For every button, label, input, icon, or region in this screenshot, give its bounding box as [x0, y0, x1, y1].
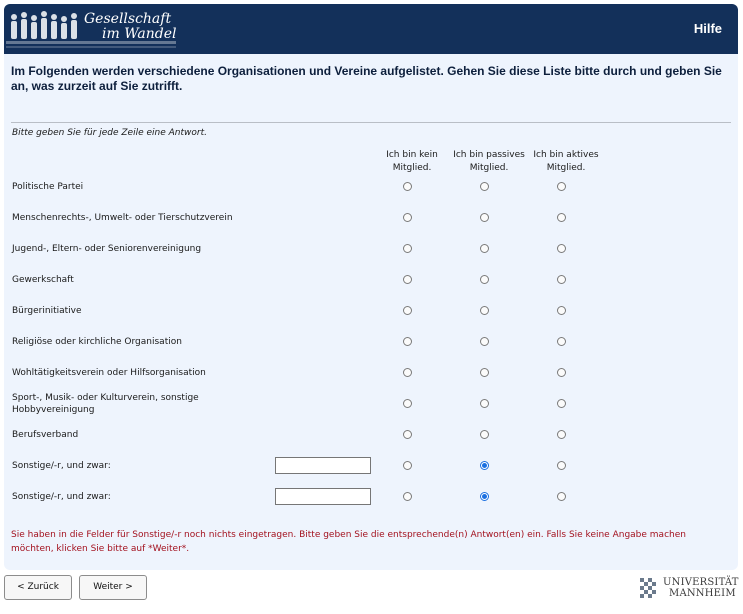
radio-not-member[interactable]: [403, 461, 412, 470]
radio-passive-member[interactable]: [480, 337, 489, 346]
radio-not-member[interactable]: [403, 244, 412, 253]
radio-active-member[interactable]: [557, 244, 566, 253]
back-button[interactable]: < Zurück: [4, 575, 72, 600]
university-crest-icon: [640, 578, 656, 598]
next-button[interactable]: Weiter >: [79, 575, 147, 600]
radio-passive-member[interactable]: [480, 244, 489, 253]
radio-active-member[interactable]: [557, 275, 566, 284]
logo-text: Gesellschaft im Wandel: [84, 12, 176, 42]
radio-not-member[interactable]: [403, 368, 412, 377]
radio-not-member[interactable]: [403, 306, 412, 315]
row-label: Politische Partei: [12, 182, 84, 192]
row-label: Religiöse oder kirchliche Organisation: [12, 337, 182, 347]
university-line-1: UNIVERSITÄT: [663, 577, 739, 588]
radio-passive-member[interactable]: [480, 492, 489, 501]
header-bar: Gesellschaft im Wandel Hilfe: [4, 4, 738, 54]
logo-line-1: Gesellschaft: [84, 11, 172, 27]
error-message: Sie haben in die Felder für Sonstige/-r …: [11, 530, 686, 554]
row-label: Menschenrechts-, Umwelt- oder Tierschutz…: [12, 213, 233, 223]
radio-passive-member[interactable]: [480, 182, 489, 191]
radio-passive-member[interactable]: [480, 275, 489, 284]
help-link[interactable]: Hilfe: [694, 21, 722, 36]
radio-active-member[interactable]: [557, 430, 566, 439]
radio-passive-member[interactable]: [480, 213, 489, 222]
row-label: Sonstige/-r, und zwar:: [12, 492, 111, 502]
column-header-line: Mitglied.: [546, 163, 586, 173]
radio-passive-member[interactable]: [480, 368, 489, 377]
university-line-2: MANNHEIM: [669, 588, 736, 599]
radio-not-member[interactable]: [403, 430, 412, 439]
row-label: Jugend-, Eltern- oder Seniorenvereinigun…: [12, 244, 202, 254]
radio-passive-member[interactable]: [480, 306, 489, 315]
other-organisation-input[interactable]: [275, 457, 371, 474]
radio-active-member[interactable]: [557, 368, 566, 377]
logo-line-2: im Wandel: [102, 26, 177, 42]
radio-passive-member[interactable]: [480, 430, 489, 439]
radio-passive-member[interactable]: [480, 399, 489, 408]
radio-not-member[interactable]: [403, 213, 412, 222]
radio-active-member[interactable]: [557, 492, 566, 501]
radio-not-member[interactable]: [403, 275, 412, 284]
column-header-line: Mitglied.: [392, 163, 432, 173]
divider: [11, 122, 731, 123]
column-header-line: Ich bin passives: [453, 150, 525, 160]
row-label: Sonstige/-r, und zwar:: [12, 461, 111, 471]
other-organisation-input[interactable]: [275, 488, 371, 505]
column-header-not-member: Ich bin kein Mitglied.: [372, 149, 452, 175]
column-header-active-member: Ich bin aktives Mitglied.: [526, 149, 606, 175]
survey-panel: Gesellschaft im Wandel Hilfe Im Folgende…: [4, 4, 738, 570]
radio-active-member[interactable]: [557, 399, 566, 408]
radio-active-member[interactable]: [557, 337, 566, 346]
radio-not-member[interactable]: [403, 399, 412, 408]
radio-active-member[interactable]: [557, 306, 566, 315]
column-header-line: Mitglied.: [469, 163, 509, 173]
radio-not-member[interactable]: [403, 337, 412, 346]
row-label: Wohltätigkeitsverein oder Hilfsorganisat…: [12, 368, 206, 378]
row-label: Gewerkschaft: [12, 275, 74, 285]
radio-passive-member[interactable]: [480, 461, 489, 470]
instruction-text: Bitte geben Sie für jede Zeile eine Antw…: [12, 128, 207, 138]
university-name: UNIVERSITÄT MANNHEIM: [663, 577, 739, 599]
radio-active-member[interactable]: [557, 182, 566, 191]
university-logo: UNIVERSITÄT MANNHEIM: [638, 574, 738, 604]
radio-not-member[interactable]: [403, 492, 412, 501]
column-header-passive-member: Ich bin passives Mitglied.: [449, 149, 529, 175]
row-label: Bürgerinitiative: [12, 306, 82, 316]
row-label: Sport-, Musik- oder Kulturverein, sonsti…: [12, 393, 199, 415]
radio-active-member[interactable]: [557, 213, 566, 222]
row-label: Berufsverband: [12, 430, 79, 440]
column-header-line: Ich bin aktives: [533, 150, 599, 160]
radio-not-member[interactable]: [403, 182, 412, 191]
column-header-line: Ich bin kein: [386, 150, 438, 160]
question-text: Im Folgenden werden verschiedene Organis…: [11, 64, 722, 93]
radio-active-member[interactable]: [557, 461, 566, 470]
